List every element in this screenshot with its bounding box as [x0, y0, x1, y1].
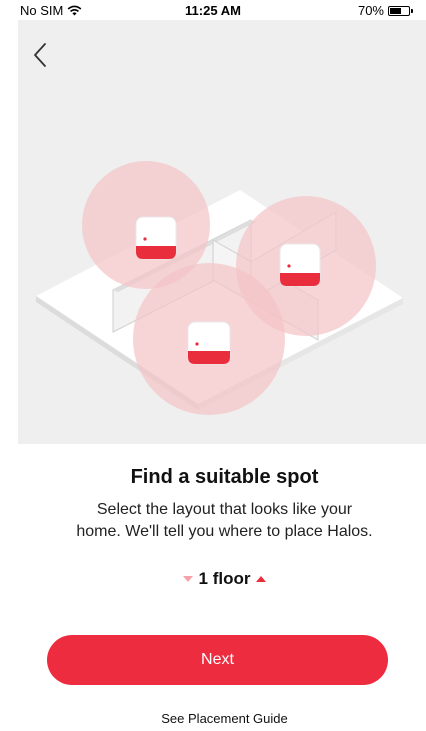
- status-right: 70%: [357, 3, 413, 18]
- floor-layout-illustration: [36, 161, 403, 415]
- battery-fill: [390, 7, 402, 14]
- wifi-icon: [67, 5, 82, 16]
- halo-unit-2: [279, 243, 321, 287]
- back-button[interactable]: [26, 40, 56, 70]
- carrier-label: No SIM: [20, 3, 64, 18]
- chevron-left-icon: [34, 43, 46, 67]
- decrease-floors-icon[interactable]: [182, 576, 193, 582]
- floor-selector: 1 floor: [18, 569, 426, 589]
- description-line-2: home. We'll tell you where to place Halo…: [76, 523, 373, 540]
- halo-unit-3: [187, 321, 231, 365]
- battery-icon: [388, 5, 413, 16]
- status-bar: No SIM 11:25 AM 70%: [0, 0, 426, 20]
- halo-unit-1: [135, 216, 177, 260]
- placement-guide-link[interactable]: See Placement Guide: [18, 711, 426, 726]
- increase-floors-icon[interactable]: [256, 576, 267, 582]
- page-title: Find a suitable spot: [130, 466, 319, 488]
- battery-percent: 70%: [357, 3, 384, 18]
- description-line-1: Select the layout that looks like your: [96, 501, 353, 518]
- placement-illustration-area: [18, 0, 426, 444]
- next-button[interactable]: Next: [47, 635, 388, 685]
- status-left: No SIM: [20, 3, 82, 18]
- floor-count-label: 1 floor: [198, 569, 251, 588]
- page-description: Select the layout that looks like your h…: [18, 499, 426, 543]
